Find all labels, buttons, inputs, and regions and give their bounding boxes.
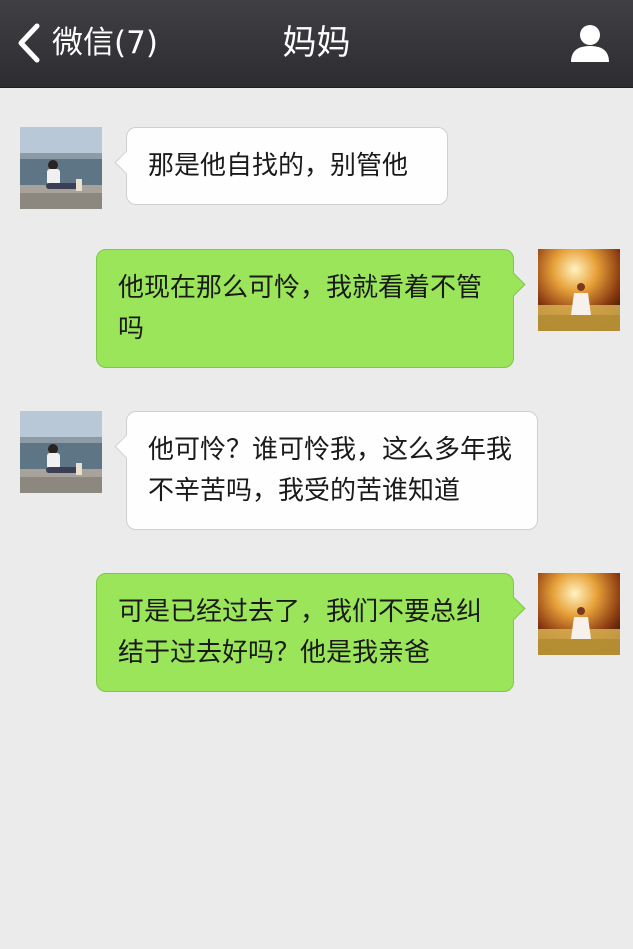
back-label: 微信(7) (52, 25, 158, 61)
message-text: 那是他自找的，别管他 (148, 151, 409, 181)
received-message-bubble[interactable]: 他可怜？谁可怜我，这么多年我不辛苦吗，我受的苦谁知道 (114, 411, 538, 530)
profile-button[interactable] (569, 22, 611, 64)
back-button[interactable]: 微信(7) (16, 20, 158, 66)
contact-avatar[interactable] (20, 127, 102, 209)
message-text: 他现在那么可怜，我就看着不管吗 (118, 273, 483, 344)
navigation-bar: 微信(7) 妈妈 (0, 0, 633, 88)
message-text: 可是已经过去了，我们不要总纠结于过去好吗？他是我亲爸 (118, 597, 483, 668)
message-text: 他可怜？谁可怜我，这么多年我不辛苦吗，我受的苦谁知道 (148, 435, 513, 506)
sent-message-bubble[interactable]: 他现在那么可怜，我就看着不管吗 (96, 249, 526, 368)
sent-message-bubble[interactable]: 可是已经过去了，我们不要总纠结于过去好吗？他是我亲爸 (96, 573, 526, 692)
self-avatar[interactable] (538, 573, 620, 655)
chevron-left-icon (16, 20, 50, 66)
self-avatar[interactable] (538, 249, 620, 331)
received-message-bubble[interactable]: 那是他自找的，别管他 (114, 127, 448, 205)
contact-avatar[interactable] (20, 411, 102, 493)
chat-area[interactable]: 那是他自找的，别管他 他现在那么可怜，我就看着不管吗 他可怜？谁可怜我，这么多年… (0, 88, 633, 949)
person-icon (571, 25, 609, 62)
